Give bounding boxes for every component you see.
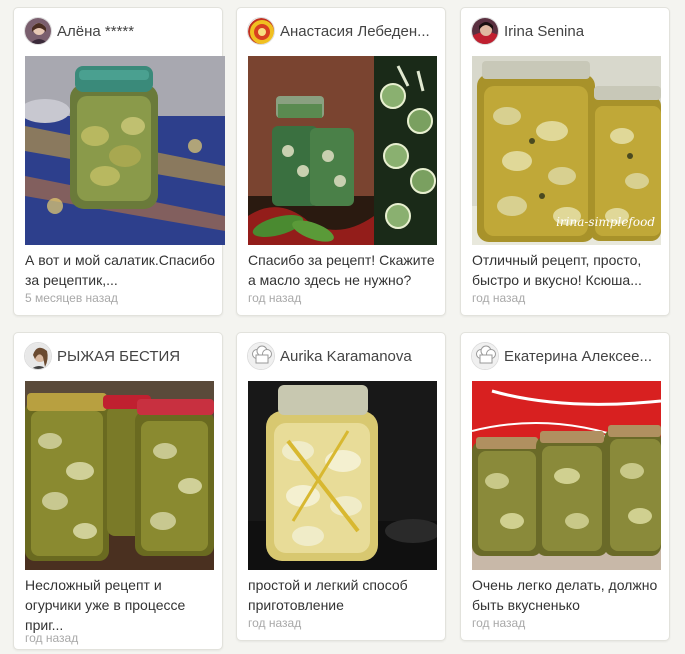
review-card: Irina Senina irina-simplefood Отличный р… xyxy=(460,7,670,316)
review-time: год назад xyxy=(472,616,526,630)
card-header: РЫЖАЯ БЕСТИЯ xyxy=(24,341,214,371)
user-avatar[interactable] xyxy=(247,17,275,45)
review-card: Алёна ***** А вот и мой салатик.Спасибо … xyxy=(13,7,225,316)
review-photo[interactable] xyxy=(25,381,214,570)
review-comment[interactable]: простой и легкий способ приготовление xyxy=(248,575,442,615)
author-name[interactable]: РЫЖАЯ БЕСТИЯ xyxy=(57,348,180,365)
user-avatar[interactable] xyxy=(471,17,499,45)
card-header: Екатерина Алексее... xyxy=(471,341,661,371)
user-avatar[interactable] xyxy=(24,342,52,370)
review-comment[interactable]: Несложный рецепт и огурчики уже в процес… xyxy=(25,575,219,635)
chef-hat-icon[interactable] xyxy=(471,342,499,370)
author-name[interactable]: Irina Senina xyxy=(504,23,584,40)
review-photo[interactable] xyxy=(248,381,437,570)
review-card: Анастасия Лебеден... Спасибо за рецепт! … xyxy=(236,7,446,316)
photo-watermark: irina-simplefood xyxy=(556,215,655,229)
chef-hat-icon[interactable] xyxy=(247,342,275,370)
review-photo[interactable] xyxy=(25,56,225,245)
review-comment[interactable]: А вот и мой салатик.Спасибо за рецептик,… xyxy=(25,250,219,290)
review-time: год назад xyxy=(25,631,79,645)
card-header: Алёна ***** xyxy=(24,16,214,46)
review-photo[interactable]: irina-simplefood xyxy=(472,56,661,245)
author-name[interactable]: Анастасия Лебеден... xyxy=(280,23,430,40)
review-comment[interactable]: Очень легко делать, должно быть вкуснень… xyxy=(472,575,666,615)
review-card: РЫЖАЯ БЕСТИЯ Несложный рецепт и огурчики… xyxy=(13,332,223,650)
author-name[interactable]: Алёна ***** xyxy=(57,23,134,40)
review-comment[interactable]: Отличный рецепт, просто, быстро и вкусно… xyxy=(472,250,666,290)
review-comment[interactable]: Спасибо за рецепт! Скажите а масло здесь… xyxy=(248,250,442,290)
review-time: год назад xyxy=(248,616,302,630)
author-name[interactable]: Екатерина Алексее... xyxy=(504,348,652,365)
card-header: Irina Senina xyxy=(471,16,661,46)
user-avatar[interactable] xyxy=(24,17,52,45)
author-name[interactable]: Aurika Karamanova xyxy=(280,348,412,365)
review-photo[interactable] xyxy=(248,56,437,245)
review-time: год назад xyxy=(472,291,526,305)
review-time: год назад xyxy=(248,291,302,305)
review-card: Aurika Karamanova простой и легкий спосо… xyxy=(236,332,446,641)
review-time: 5 месяцев назад xyxy=(25,291,118,305)
card-header: Анастасия Лебеден... xyxy=(247,16,437,46)
review-card: Екатерина Алексее... Очень легко делать,… xyxy=(460,332,670,641)
card-header: Aurika Karamanova xyxy=(247,341,437,371)
review-photo[interactable] xyxy=(472,381,661,570)
